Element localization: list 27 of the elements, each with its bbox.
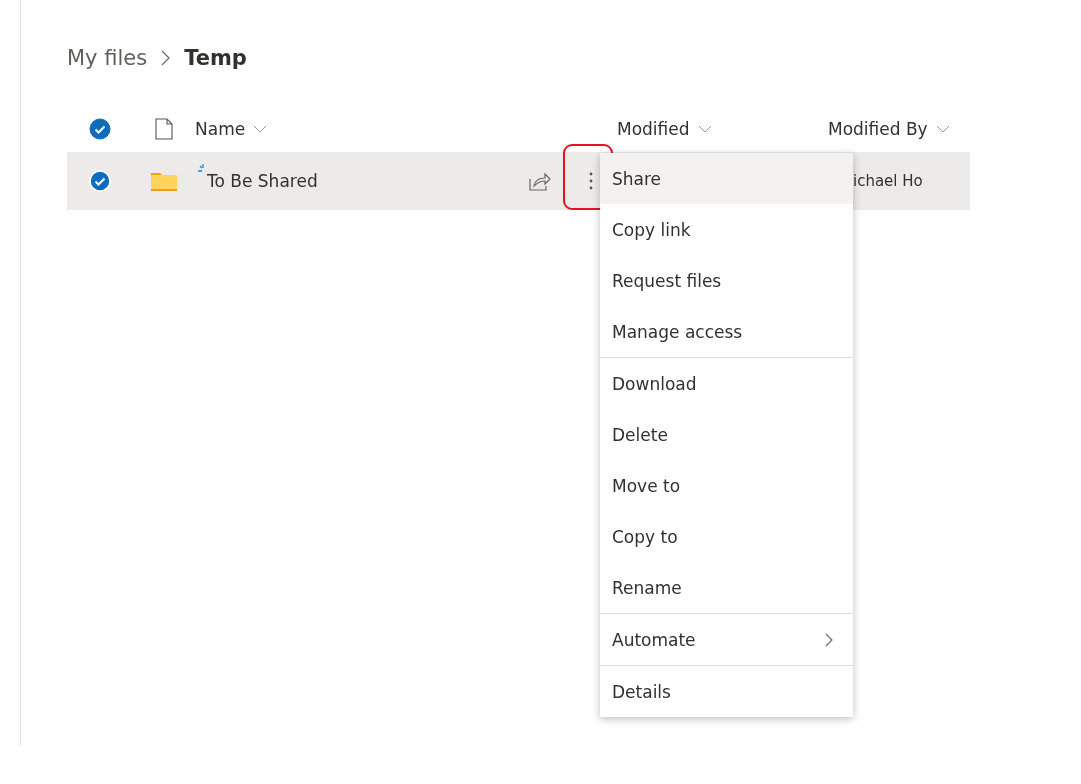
document-icon: [155, 118, 173, 140]
chevron-right-icon: [825, 632, 833, 647]
column-header[interactable]: Name: [195, 119, 246, 139]
checkbox[interactable]: [89, 118, 111, 140]
menu-item[interactable]: Automate: [600, 614, 853, 665]
menu-item[interactable]: Download: [600, 358, 853, 409]
file-name[interactable]: To Be Shared: [207, 171, 318, 191]
folder-icon: [151, 171, 177, 191]
menu-item[interactable]: Details: [600, 666, 853, 717]
column-header[interactable]: Modified By: [828, 119, 928, 139]
chevron-down-icon: [697, 125, 712, 133]
table-cell: ichael Ho: [853, 172, 923, 190]
menu-item[interactable]: Move to: [600, 460, 853, 511]
menu-item[interactable]: Share: [600, 153, 853, 204]
more-vertical-icon: [589, 171, 593, 191]
menu-item[interactable]: Copy to: [600, 511, 853, 562]
chevron-down-icon: [253, 125, 268, 133]
menu-item[interactable]: Request files: [600, 255, 853, 306]
column-header[interactable]: Modified: [617, 119, 690, 139]
share-icon[interactable]: [529, 171, 551, 191]
menu-item[interactable]: Manage access: [600, 306, 853, 357]
breadcrumb-item[interactable]: Temp: [184, 46, 247, 70]
chevron-down-icon: [935, 125, 950, 133]
chevron-right-icon: [161, 50, 171, 66]
breadcrumb-item[interactable]: My files: [67, 46, 148, 70]
menu-item[interactable]: Rename: [600, 562, 853, 613]
menu-item[interactable]: Delete: [600, 409, 853, 460]
